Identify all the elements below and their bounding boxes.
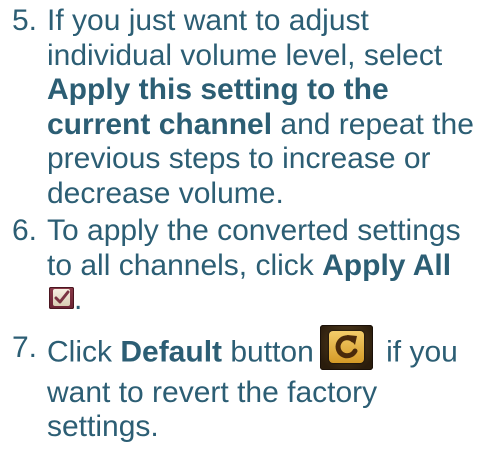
- step-text: Click: [47, 334, 121, 368]
- step-6: 6. To apply the converted settings to al…: [0, 214, 477, 318]
- instruction-steps: 5. If you just want to adjust individual…: [0, 4, 477, 445]
- step-text: .: [74, 283, 83, 316]
- step-text: If you just want to adjust individual vo…: [47, 4, 443, 72]
- default-label: Default: [120, 334, 223, 368]
- step-text: button: [222, 334, 314, 368]
- step-7: 7. Click Default button if you want to r…: [0, 324, 477, 445]
- default-reset-icon: [319, 324, 373, 370]
- apply-all-checkmark-icon: [49, 287, 74, 310]
- step-5: 5. If you just want to adjust individual…: [0, 4, 477, 211]
- step-number: 6.: [12, 214, 38, 247]
- step-number: 7.: [12, 330, 38, 364]
- step-number: 5.: [12, 4, 38, 37]
- apply-all-label: Apply All: [322, 248, 452, 282]
